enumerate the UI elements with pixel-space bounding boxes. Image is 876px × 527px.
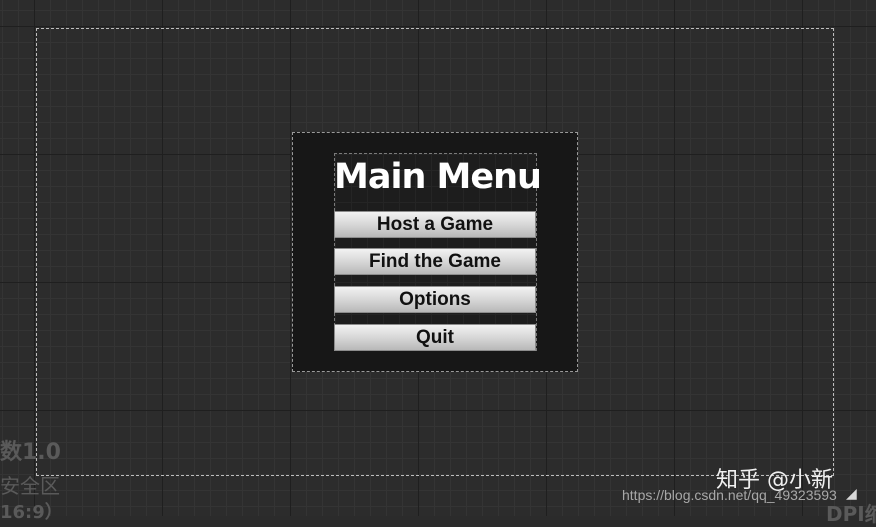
watermark-url: https://blog.csdn.net/qq_49323593	[622, 487, 837, 503]
find-game-button[interactable]: Find the Game	[334, 248, 536, 275]
host-game-button[interactable]: Host a Game	[334, 211, 536, 238]
quit-button[interactable]: Quit	[334, 324, 536, 351]
dpi-scale-label: 数1.0	[0, 440, 61, 465]
resize-handle-icon[interactable]: ◢	[846, 486, 857, 502]
aspect-ratio-label: 16:9）	[0, 502, 63, 523]
options-button[interactable]: Options	[334, 286, 536, 313]
main-menu-title: Main Menu	[334, 157, 542, 197]
safe-zone-label: 安全区	[0, 474, 60, 498]
